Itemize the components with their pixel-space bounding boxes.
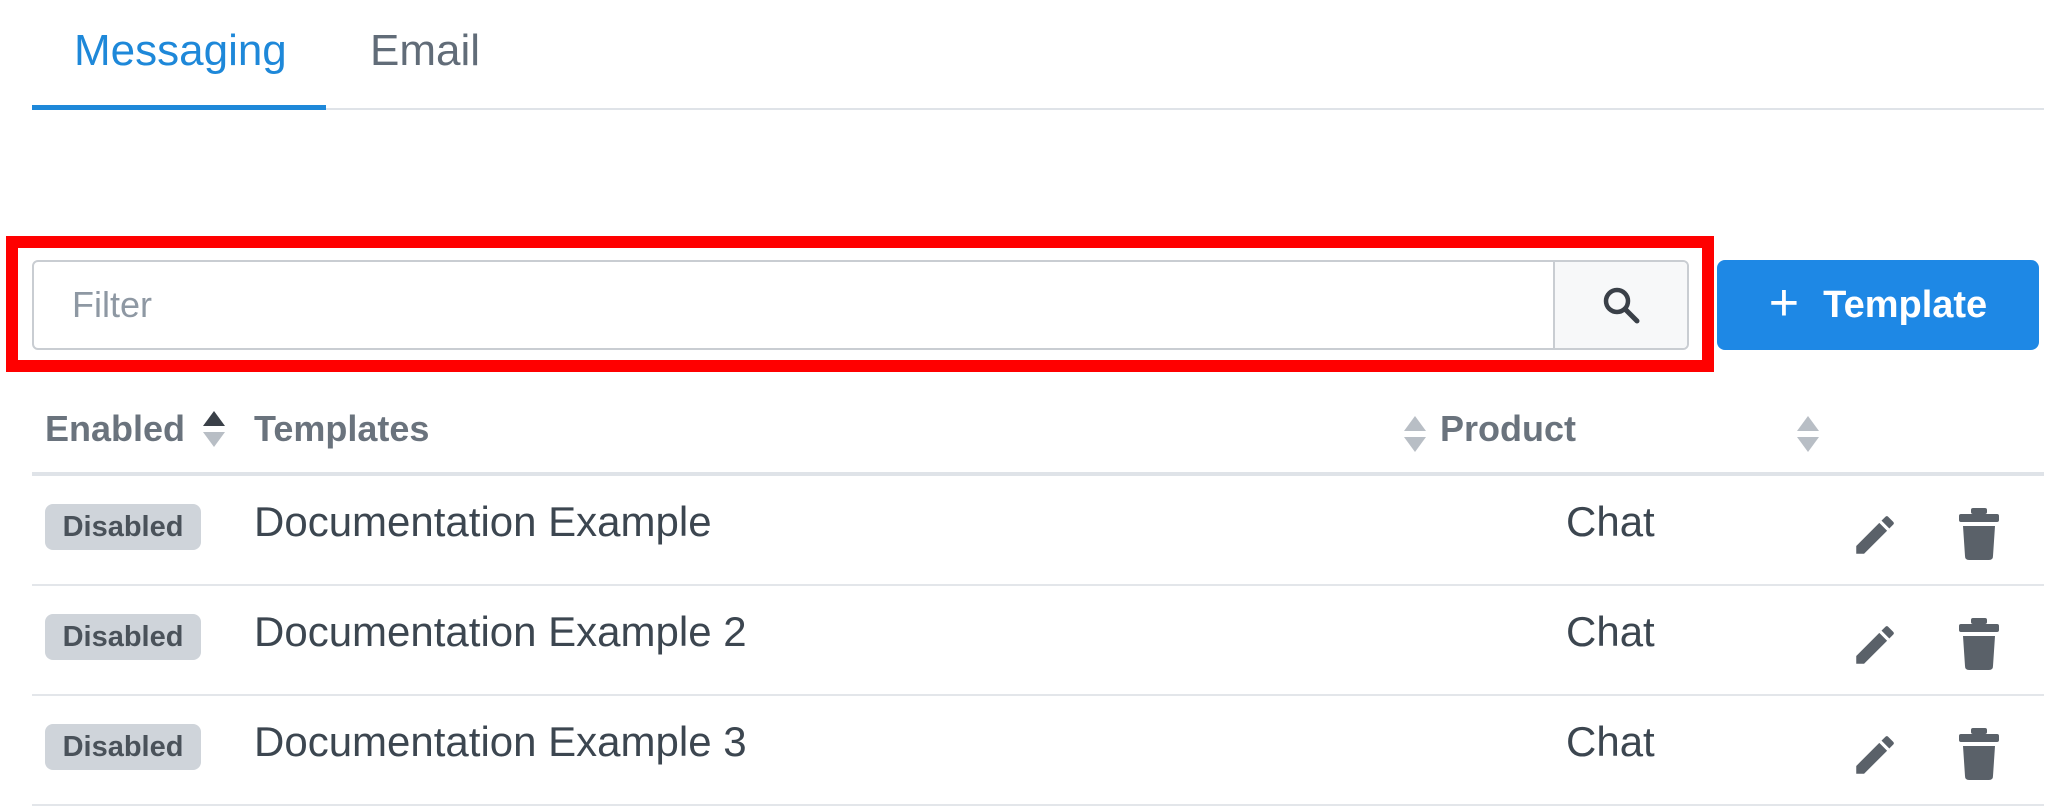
sort-icon[interactable] [1795,414,1821,454]
column-header-enabled[interactable]: Enabled [45,408,227,450]
active-tab-indicator [32,105,326,110]
column-header-product[interactable]: Product [1440,408,1576,450]
product-name: Chat [1566,498,1655,545]
plus-icon: + [1768,274,1800,332]
product-name: Chat [1566,718,1655,765]
filter-input[interactable] [34,262,1553,348]
sort-icon[interactable] [1402,414,1428,454]
product-name: Chat [1566,608,1655,655]
column-header-product-label: Product [1440,408,1577,449]
status-badge: Disabled [45,724,201,770]
filter-group [32,260,1689,350]
search-button[interactable] [1553,262,1687,348]
trash-icon[interactable] [1959,728,1999,780]
column-header-templates[interactable]: Templates [254,408,429,450]
pencil-icon[interactable] [1850,510,1900,560]
pencil-icon[interactable] [1850,620,1900,670]
column-header-enabled-label: Enabled [45,408,186,449]
sort-icon[interactable] [201,409,227,449]
table-row: Disabled Documentation Example Chat [32,476,2044,586]
template-name: Documentation Example 2 [254,608,747,655]
table-row: Disabled Documentation Example 3 Chat [32,696,2044,806]
trash-icon[interactable] [1959,508,1999,560]
pencil-icon[interactable] [1850,730,1900,780]
add-template-button[interactable]: + Template [1717,260,2039,350]
tab-email[interactable]: Email [370,26,480,76]
trash-icon[interactable] [1959,618,1999,670]
tab-messaging[interactable]: Messaging [74,26,287,76]
search-icon [1603,287,1640,324]
table-row: Disabled Documentation Example 2 Chat [32,586,2044,696]
status-badge: Disabled [45,614,201,660]
template-name: Documentation Example [254,498,712,545]
status-badge: Disabled [45,504,201,550]
template-name: Documentation Example 3 [254,718,747,765]
column-header-templates-label: Templates [254,408,430,449]
tab-bar: Messaging Email [32,0,2044,110]
add-template-label: Template [1823,283,1988,326]
